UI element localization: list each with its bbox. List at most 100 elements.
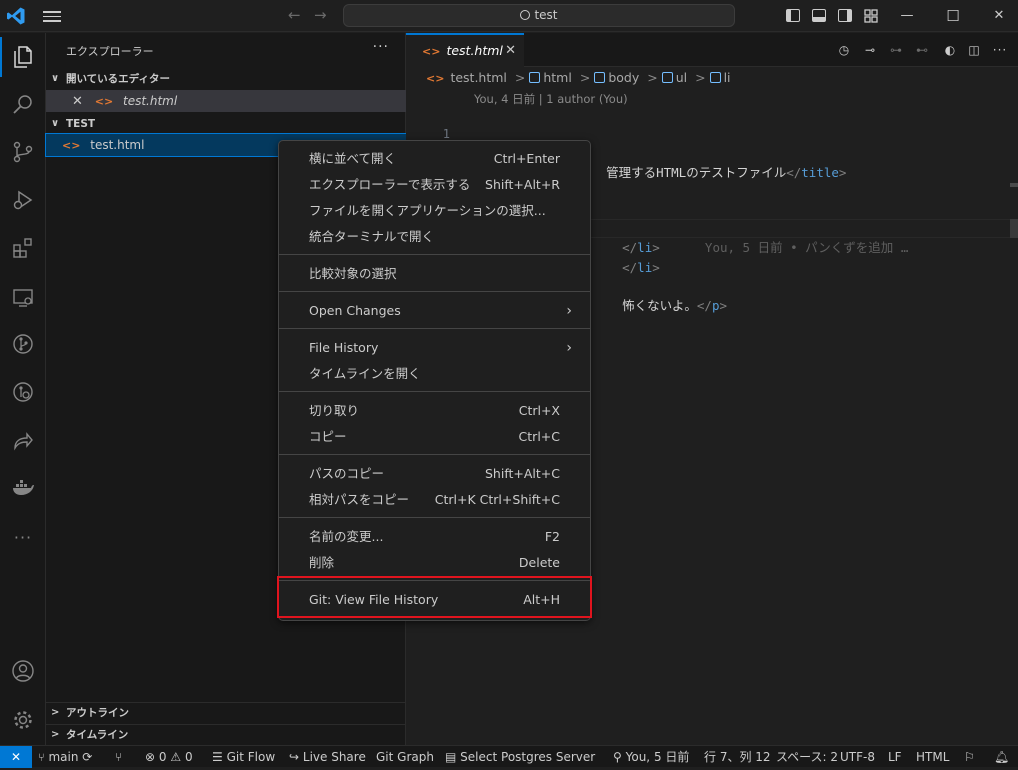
command-center-search[interactable]: test: [343, 4, 735, 27]
explorer-icon[interactable]: [9, 43, 37, 71]
menu-item-copy-relative-path[interactable]: 相対パスをコピー Ctrl+K Ctrl+Shift+C: [283, 487, 586, 513]
menu-separator: [279, 391, 590, 392]
close-tab-icon[interactable]: ✕: [505, 35, 516, 67]
toggle-panel-icon[interactable]: [812, 9, 826, 22]
commit-icon[interactable]: ⊶: [888, 42, 904, 58]
previous-change-icon[interactable]: ⊸: [862, 42, 878, 58]
eol-status[interactable]: LF: [888, 746, 902, 768]
code-line[interactable]: 1 <html>: [406, 106, 1018, 161]
tab-test-html[interactable]: <> test.html ✕: [406, 33, 524, 68]
open-timeline-icon[interactable]: ◷: [836, 42, 852, 58]
html-file-icon: <>: [422, 45, 441, 58]
git-graph-status[interactable]: Git Graph: [376, 746, 434, 768]
code-tag: li: [637, 260, 653, 275]
menu-item-delete[interactable]: 削除 Delete: [283, 550, 586, 576]
breadcrumb: <> test.html > html > body > ul > li: [426, 70, 731, 85]
remote-explorer-icon[interactable]: [9, 284, 37, 312]
inline-blame: You, 5 日前 • パンくずを追加 …: [704, 240, 909, 255]
menu-item-rename[interactable]: 名前の変更... F2: [283, 524, 586, 550]
live-share-icon[interactable]: [9, 426, 37, 454]
menu-item-open-with[interactable]: ファイルを開くアプリケーションの選択...: [283, 198, 586, 224]
code-line-title[interactable]: 管理するHTMLのテストファイル</title>: [576, 144, 846, 180]
menu-separator: [279, 254, 590, 255]
menu-item-open-timeline[interactable]: タイムラインを開く: [283, 361, 586, 387]
menu-item-cut[interactable]: 切り取り Ctrl+X: [283, 398, 586, 424]
feedback-icon[interactable]: ⚐: [964, 746, 975, 768]
menu-item-open-to-side[interactable]: 横に並べて開く Ctrl+Enter: [283, 146, 586, 172]
html-file-icon: <>: [62, 139, 81, 152]
menu-item-select-for-compare[interactable]: 比較対象の選択: [283, 261, 586, 287]
next-change-icon[interactable]: ⊷: [914, 42, 930, 58]
nav-back-icon[interactable]: ←: [288, 6, 301, 24]
codelens-blame[interactable]: You, 4 日前 | 1 author (You): [474, 91, 628, 107]
encoding-status[interactable]: UTF-8: [840, 746, 875, 768]
git-flow-status[interactable]: ☰ Git Flow: [212, 746, 275, 768]
code-tag: title: [801, 165, 839, 180]
folder-label: TEST: [66, 118, 96, 130]
outline-header[interactable]: > アウトライン: [46, 702, 406, 722]
editor-more-icon[interactable]: ···: [992, 42, 1008, 58]
docker-icon[interactable]: [9, 474, 37, 502]
open-editors-header[interactable]: ∨ 開いているエディター: [46, 69, 406, 89]
search-icon[interactable]: [9, 90, 37, 118]
code-line[interactable]: </li>: [592, 239, 660, 275]
notifications-bell-icon[interactable]: 🔔︎: [994, 746, 1009, 768]
blame-status[interactable]: ⚲ You, 5 日前: [613, 746, 689, 768]
menu-item-file-history[interactable]: File History ›: [283, 335, 586, 361]
menu-item-copy-path[interactable]: パスのコピー Shift+Alt+C: [283, 461, 586, 487]
menu-item-open-in-terminal[interactable]: 統合ターミナルで開く: [283, 224, 586, 250]
more-views-icon[interactable]: ···: [9, 523, 37, 551]
git-lens-icon[interactable]: ◐: [942, 42, 958, 58]
active-indicator: [0, 37, 2, 77]
close-editor-icon[interactable]: ✕: [72, 94, 83, 109]
html-file-icon: <>: [426, 72, 445, 85]
postgres-status[interactable]: ▤ Select Postgres Server: [445, 746, 595, 768]
breadcrumb-item[interactable]: ul: [676, 70, 687, 85]
git-graph-icon[interactable]: [9, 330, 37, 358]
annotation-highlight-box: [277, 576, 592, 618]
breadcrumb-item[interactable]: li: [724, 70, 731, 85]
sidebar-more-icon[interactable]: ···: [373, 39, 389, 55]
menu-icon[interactable]: [43, 8, 61, 24]
problems-status[interactable]: ⊗ 0 ⚠ 0: [145, 746, 193, 768]
database-icon: ▤: [445, 750, 457, 764]
open-editor-item[interactable]: ✕ <> test.html: [46, 90, 406, 112]
cursor-position[interactable]: 行 7、列 12: [704, 746, 771, 768]
manage-gear-icon[interactable]: [9, 706, 37, 734]
source-control-icon[interactable]: [9, 138, 37, 166]
toggle-secondary-sidebar-icon[interactable]: [838, 9, 852, 22]
code-line[interactable]: 怖くないよ。</p>: [592, 277, 727, 313]
timeline-header[interactable]: > タイムライン: [46, 724, 406, 744]
split-editor-icon[interactable]: ◫: [966, 42, 982, 58]
title-bar: ← → test — ☐ ✕: [0, 0, 1018, 32]
code-line-current[interactable]: </li> You, 5 日前 • パンくずを追加 …: [592, 219, 908, 255]
breadcrumb-item[interactable]: body: [608, 70, 639, 85]
nav-forward-icon[interactable]: →: [314, 6, 327, 24]
customize-layout-icon[interactable]: [864, 9, 878, 23]
chevron-down-icon: ∨: [51, 73, 60, 84]
live-share-status[interactable]: ↪ Live Share: [289, 746, 366, 768]
breadcrumb-item[interactable]: html: [543, 70, 571, 85]
breadcrumb-item[interactable]: test.html: [450, 70, 506, 85]
git-commit-icon: ⚲: [613, 750, 622, 764]
sync-icon: ⟳: [82, 750, 93, 764]
scrollbar-marker: [1010, 183, 1018, 187]
branch-status[interactable]: ⑂ main ⟳: [38, 746, 92, 768]
menu-item-copy[interactable]: コピー Ctrl+C: [283, 424, 586, 450]
accounts-icon[interactable]: [9, 657, 37, 685]
indentation-status[interactable]: スペース: 2: [776, 746, 838, 768]
run-debug-icon[interactable]: [9, 186, 37, 214]
git-compare-icon[interactable]: ⑂: [115, 746, 122, 768]
menu-item-reveal-in-explorer[interactable]: エクスプローラーで表示する Shift+Alt+R: [283, 172, 586, 198]
toggle-primary-sidebar-icon[interactable]: [786, 9, 800, 22]
minimize-button[interactable]: —: [892, 4, 922, 28]
maximize-button[interactable]: ☐: [938, 4, 968, 28]
language-mode[interactable]: HTML: [916, 746, 949, 768]
close-window-button[interactable]: ✕: [984, 4, 1014, 28]
folder-header-test[interactable]: ∨ TEST: [46, 114, 406, 134]
menu-item-open-changes[interactable]: Open Changes ›: [283, 298, 586, 324]
extensions-icon[interactable]: [9, 234, 37, 262]
remote-indicator[interactable]: ✕: [0, 746, 32, 768]
git-history-icon[interactable]: [9, 378, 37, 406]
chevron-right-icon: >: [51, 729, 60, 740]
